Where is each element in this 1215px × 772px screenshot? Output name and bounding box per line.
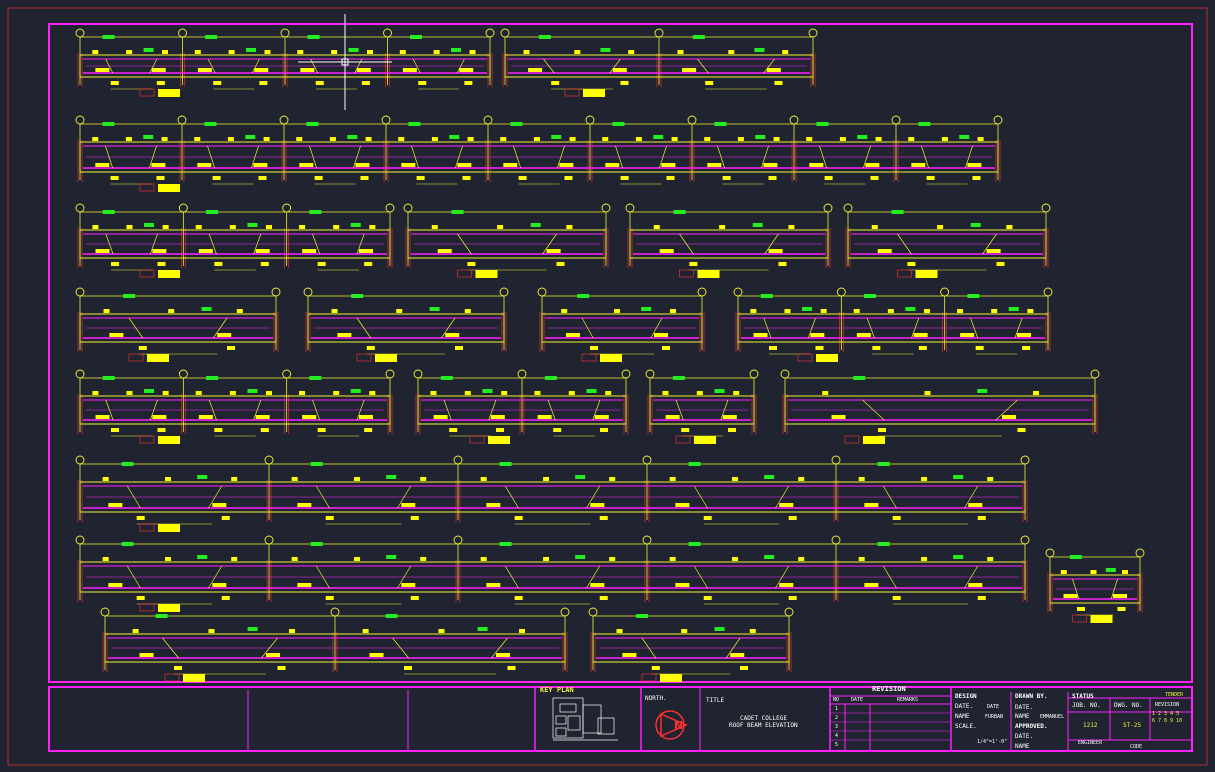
job-no-label: JOB. NO. (1072, 702, 1101, 709)
drawing-canvas: N (0, 0, 1215, 772)
revision-label: REVISION (1155, 702, 1180, 708)
title-label: TITLE (706, 697, 725, 704)
approved-date-label: DATE. (1015, 733, 1034, 740)
rev-col-no: NO (833, 697, 840, 703)
approved-label: APPROVED. (1015, 723, 1048, 730)
job-no-value: 1212 (1083, 722, 1098, 729)
status-label: STATUS (1072, 693, 1094, 700)
design-label: DESIGN (955, 693, 977, 700)
rev-row-3: 3 (835, 724, 839, 730)
svg-text:N: N (674, 719, 683, 732)
dwg-no-label: DWG. NO. (1114, 702, 1143, 709)
key-plan-label: KEY PLAN (540, 686, 574, 694)
rev-col-remarks: REMARKS (897, 697, 919, 703)
approved-name-label: NAME (1015, 743, 1030, 750)
north-label: NORTH. (645, 695, 667, 702)
revision-digits-row2: 6 7 8 9 10 (1152, 718, 1183, 724)
rev-row-2: 2 (835, 715, 839, 721)
rev-row-4: 4 (835, 733, 839, 739)
engineer-code: CODE (1130, 744, 1143, 750)
rev-row-5: 5 (835, 742, 839, 748)
rev-row-1: 1 (835, 706, 839, 712)
drawn-date-label: DATE. (1015, 704, 1034, 711)
title-line-2: ROOF BEAM ELEVATION (729, 722, 798, 729)
drawn-by-label: DRAWN BY. (1015, 693, 1048, 700)
rev-col-date: DATE (851, 697, 864, 703)
revision-digits-row1: 1 2 3 4 5 (1152, 711, 1180, 717)
engineer-label: ENGINEER (1078, 740, 1103, 746)
scale-label: SCALE. (955, 723, 977, 730)
scale-value: 1/4"=1'-0" (977, 739, 1008, 745)
design-date-label: DATE. (955, 703, 974, 710)
revision-header: REVISION (872, 685, 906, 693)
design-name-value: FURBAN (985, 714, 1004, 720)
dwg-no-value: ST-25 (1123, 722, 1142, 729)
drawn-name-label: NAME (1015, 713, 1030, 720)
drawn-name-value: EMMANUEL (1040, 714, 1065, 720)
design-date-value: DATE (987, 704, 1000, 710)
title-line-1: CADET COLLEGE (740, 715, 787, 722)
design-name-label: NAME (955, 713, 970, 720)
status-value: TENDER (1165, 692, 1184, 698)
